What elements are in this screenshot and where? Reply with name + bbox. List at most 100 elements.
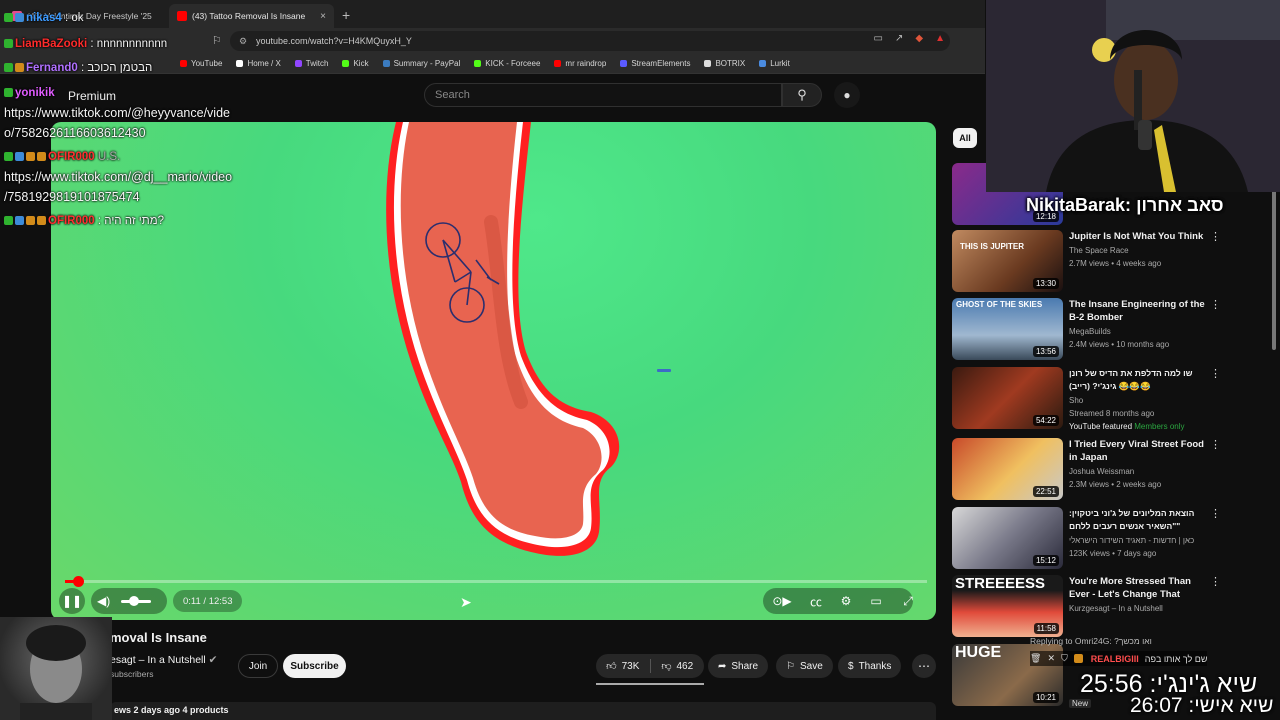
chat-link[interactable]: o/7582626116603612430 (4, 126, 146, 140)
bookmark-item[interactable]: Lurkit (759, 59, 790, 68)
rec-more-icon[interactable]: ⋮ (1210, 575, 1221, 588)
bookmark-item[interactable]: BOTRIX (704, 59, 745, 68)
share-icon: ➦ (718, 660, 727, 672)
rec-meta: Streamed 8 months ago (1069, 409, 1155, 418)
chat-message: nikas4 : ok (4, 12, 84, 24)
cast-icon[interactable]: ▭ (874, 33, 883, 44)
dislike-button[interactable]: 👎︎ 462 (651, 654, 705, 678)
bookmark-item[interactable]: Kick (342, 59, 369, 68)
rec-more-icon[interactable]: ⋮ (1210, 230, 1221, 243)
save-button[interactable]: ⚐ Save (776, 654, 833, 678)
bookmark-item[interactable]: YouTube (180, 59, 222, 68)
sub-badge-icon (15, 63, 24, 72)
settings-button[interactable]: ⚙ (833, 588, 859, 614)
rec-item[interactable]: 22:51 I Tried Every Viral Street Food in… (952, 438, 1252, 500)
kick-badge-icon (4, 88, 13, 97)
new-tab-button[interactable]: + (342, 7, 350, 23)
url-text: youtube.com/watch?v=H4KMQuyxH_Y (256, 36, 412, 46)
more-actions-button[interactable]: ⋯ (912, 654, 936, 678)
bookmark-item[interactable]: Twitch (294, 59, 328, 68)
bookmark-star-icon[interactable]: ⚐ (212, 34, 222, 47)
rec-thumbnail: STREEEESS 11:58 (952, 575, 1063, 637)
lurkit-icon (759, 60, 767, 67)
premium-logo-text: Premium (68, 89, 117, 103)
rec-title: שו למה הדלפת את הדיס של רונן גינג'י? (רי… (1069, 368, 1193, 391)
rec-more-icon[interactable]: ⋮ (1210, 298, 1221, 311)
chat-link[interactable]: https://www.tiktok.com/@heyyvance/vide (4, 106, 230, 120)
subtitles-button[interactable]: ㏄ (803, 588, 829, 614)
bookmark-item[interactable]: mr raindrop (554, 59, 606, 68)
video-progress-bar[interactable] (65, 576, 927, 587)
channel-name[interactable]: esagt – In a Nutshell ✔ (110, 654, 217, 666)
subscribe-button[interactable]: Subscribe (283, 654, 346, 678)
autoplay-toggle[interactable]: ⊙▶ (767, 588, 797, 614)
chat-reply-context: Replying to Omri24G: ?ואו מכשך (1030, 636, 1152, 646)
extension-icon[interactable]: ◆ (915, 33, 923, 44)
mod-badge-icon (15, 152, 24, 161)
theater-mode-button[interactable]: ▭ (863, 588, 889, 614)
fullscreen-button[interactable]: ⤢ (895, 588, 921, 614)
chat-link[interactable]: https://www.tiktok.com/@dj__mario/video (4, 170, 232, 184)
share-page-icon[interactable]: ↗ (895, 33, 903, 44)
chat-message: LiamBaZooki : nnnnnnnnnnn (4, 38, 167, 50)
chat-message: OFIR000 : מתי זה היה? (4, 215, 164, 227)
youtube-icon (554, 60, 562, 67)
kick-badge-icon (4, 13, 13, 22)
ban-icon: ✕ (1047, 653, 1055, 663)
time-display: 0:11 / 12:53 (173, 590, 243, 612)
new-badge: New (1069, 699, 1092, 708)
search-button[interactable]: ⚲ (782, 83, 822, 107)
streamer-avatar-image (0, 617, 112, 720)
like-button[interactable]: 👍︎ 73K (596, 654, 650, 678)
rec-item[interactable]: THIS IS JUPITER 13:30 Jupiter Is Not Wha… (952, 230, 1252, 292)
bookmark-item[interactable]: Summary - PayPal (382, 59, 460, 68)
youtube-favicon-icon (177, 11, 187, 21)
rec-more-icon[interactable]: ⋮ (1210, 438, 1221, 451)
browser-tab-tattoo[interactable]: (43) Tattoo Removal Is Insane × (169, 4, 334, 28)
kick-badge-icon (4, 63, 13, 72)
twitch-icon (294, 60, 302, 67)
tab-close-icon[interactable]: × (320, 11, 326, 22)
rec-item[interactable]: 15:12 הוצאת המליונים של ג'וני ביטקוין: "… (952, 507, 1252, 569)
volume-slider-knob[interactable] (129, 596, 139, 606)
rec-item[interactable]: 54:22 שו למה הדלפת את הדיס של רונן גינג'… (952, 367, 1252, 431)
chat-message: Fernand0 : הבטמן הכוכב (4, 62, 152, 74)
rec-more-icon[interactable]: ⋮ (1210, 367, 1221, 380)
bookmark-item[interactable]: Home / X (236, 59, 281, 68)
chip-all[interactable]: All (953, 128, 977, 148)
bookmark-icon: ⚐ (786, 660, 795, 672)
sub-badge-icon (26, 152, 35, 161)
kick-badge-icon (4, 39, 13, 48)
pause-icon: ❚❚ (61, 594, 83, 608)
thanks-button[interactable]: $ Thanks (838, 654, 902, 678)
rec-title: Jupiter Is Not What You Think (1069, 231, 1204, 242)
video-title: moval Is Insane (110, 630, 207, 645)
url-field[interactable]: ⚙ youtube.com/watch?v=H4KMQuyxH_Y (230, 31, 950, 51)
rec-item[interactable]: GHOST OF THE SKIES 13:56 The Insane Engi… (952, 298, 1252, 360)
rec-channel: Joshua Weissman (1069, 467, 1135, 476)
site-info-icon[interactable]: ⚙ (239, 36, 247, 47)
rec-more-icon[interactable]: ⋮ (1210, 507, 1221, 520)
progress-scrubber[interactable] (72, 576, 84, 587)
bookmark-item[interactable]: KICK - Forceee (474, 59, 540, 68)
join-button[interactable]: Join (238, 654, 278, 678)
search-input[interactable]: Search (424, 83, 782, 107)
extension-warning-icon[interactable]: ▲ (935, 33, 945, 44)
voice-search-button[interactable]: ● (834, 82, 860, 108)
description-box[interactable]: ews 2 days ago 4 products (110, 702, 936, 720)
rec-item[interactable]: STREEEESS 11:58 You're More Stressed Tha… (952, 575, 1252, 637)
bookmark-item[interactable]: StreamElements (620, 59, 690, 68)
sidebar-scrollbar[interactable] (1272, 190, 1276, 350)
paypal-icon (382, 60, 390, 67)
rec-featured-badge: YouTube featured Members only (1069, 422, 1185, 431)
rec-channel: MegaBuilds (1069, 327, 1111, 336)
chat-link[interactable]: /7581929819101875474 (4, 190, 140, 204)
kick-icon (342, 60, 350, 67)
pause-button[interactable]: ❚❚ (59, 588, 85, 614)
chat-message: OFIR000 U.S. (4, 151, 120, 163)
streamelements-icon (620, 60, 628, 67)
more-icon: ⋯ (918, 659, 930, 673)
share-button[interactable]: ➦ Share (708, 654, 769, 678)
rec-thumbnail: GHOST OF THE SKIES 13:56 (952, 298, 1063, 360)
video-player[interactable]: ❚❚ ◀) 0:11 / 12:53 ⊙▶ ㏄ ⚙ ▭ ⤢ ➤ (51, 122, 936, 620)
